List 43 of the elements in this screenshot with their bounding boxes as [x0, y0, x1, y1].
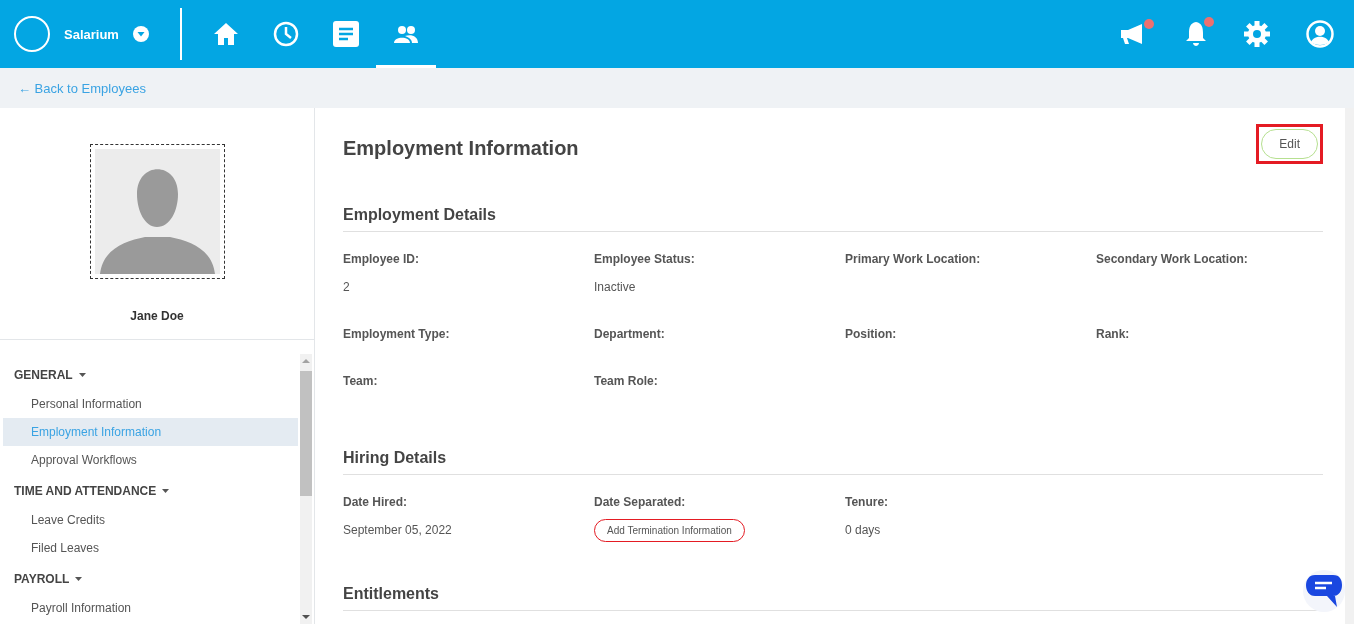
- sidebar-item[interactable]: Personal Information: [3, 390, 298, 418]
- sidebar-item[interactable]: Approval Workflows: [3, 446, 298, 474]
- field-label: Team:: [343, 374, 378, 388]
- section-header[interactable]: TIME AND ATTENDANCE: [0, 474, 170, 506]
- field-label: Employment Type:: [343, 327, 450, 341]
- sidebar-item[interactable]: Filed Leaves: [3, 534, 298, 562]
- field-label: Employee Status:: [594, 252, 695, 266]
- clock-icon: [273, 21, 299, 47]
- field-label: Tenure:: [845, 495, 889, 509]
- sidebar-item[interactable]: Leave Credits: [3, 506, 298, 534]
- field-label: Employee ID:: [343, 252, 420, 266]
- scrollbar[interactable]: [300, 354, 312, 624]
- section-title: Employment Details: [343, 206, 1323, 232]
- sidebar-item[interactable]: Payroll Information: [3, 594, 298, 622]
- home-icon: [213, 22, 239, 46]
- chat-button[interactable]: [1303, 570, 1345, 612]
- section-header[interactable]: GENERAL: [0, 358, 86, 390]
- field-label: Rank:: [1096, 327, 1130, 341]
- people-icon: [393, 25, 419, 43]
- dropdown-icon[interactable]: [132, 26, 149, 42]
- field-label: Department:: [594, 327, 665, 341]
- field-label: Team Role:: [594, 374, 658, 388]
- bell-icon: [1184, 21, 1208, 47]
- document-icon: [333, 21, 359, 47]
- page-title: Employment Information: [343, 136, 579, 160]
- section-title: Hiring Details: [343, 449, 1323, 475]
- field-label: Secondary Work Location:: [1096, 252, 1248, 266]
- employee-name: Jane Doe: [130, 309, 184, 323]
- section-header[interactable]: PAYROLL: [0, 562, 83, 594]
- settings-icon: [1244, 21, 1270, 47]
- edit-button[interactable]: Edit: [1261, 129, 1318, 159]
- field-value: 0 days: [845, 523, 881, 537]
- user-avatar-icon: [1306, 20, 1334, 48]
- field-label: Primary Work Location:: [845, 252, 981, 266]
- add-termination-button[interactable]: Add Termination Information: [594, 519, 745, 542]
- field-label: Position:: [845, 327, 897, 341]
- field-value: September 05, 2022: [343, 523, 452, 537]
- field-value: Inactive: [594, 280, 636, 294]
- field-value: 2: [343, 280, 350, 294]
- company-name: Salarium: [64, 26, 119, 42]
- company-logo: [14, 16, 50, 52]
- field-label: Date Separated:: [594, 495, 686, 509]
- field-label: Date Hired:: [343, 495, 407, 509]
